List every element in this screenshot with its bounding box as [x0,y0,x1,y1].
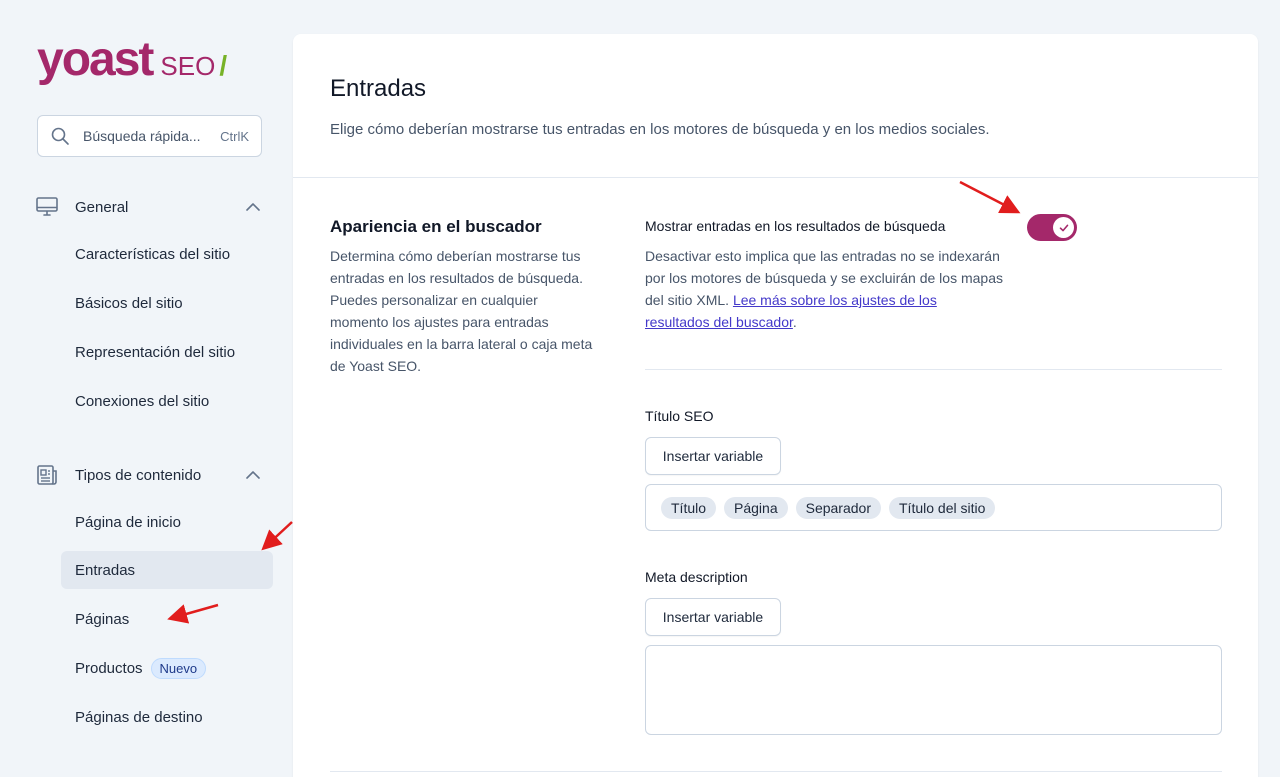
annotation-arrows [167,180,1021,624]
arrow-to-toggle [959,180,1021,214]
arrow-to-entradas [261,521,293,551]
page: yoast SEO / Búsqueda rápida... CtrlK Gen… [0,0,1280,777]
arrow-to-paginas [167,603,219,624]
